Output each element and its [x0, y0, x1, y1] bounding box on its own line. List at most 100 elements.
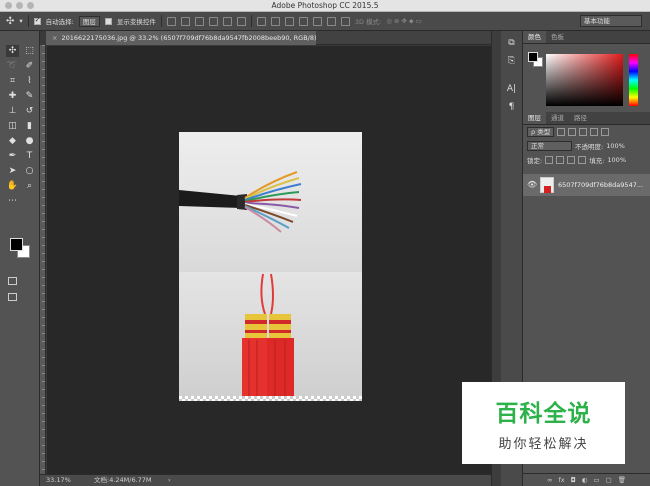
layers-panel-tabs: 图层 通道 路径: [523, 112, 650, 125]
transparency-edge: [179, 396, 362, 401]
opacity-value[interactable]: 100%: [606, 142, 625, 150]
properties-panel-icon[interactable]: ⎘: [506, 55, 518, 67]
foreground-color-swatch[interactable]: [10, 238, 23, 251]
distribute-center-icon[interactable]: [312, 16, 322, 26]
tab-paths[interactable]: 路径: [569, 112, 592, 124]
history-panel-icon[interactable]: ⧉: [506, 37, 518, 49]
align-bottom-icon[interactable]: [194, 16, 204, 26]
align-left-icon[interactable]: [208, 16, 218, 26]
zoom-tool-icon[interactable]: ⌕: [23, 180, 36, 192]
tab-swatches[interactable]: 色板: [546, 31, 569, 43]
shape-tool-icon[interactable]: ○: [23, 165, 36, 177]
layer-filter-dropdown[interactable]: ρ 类型: [527, 127, 555, 137]
tab-channels[interactable]: 通道: [546, 112, 569, 124]
dodge-tool-icon[interactable]: ●: [23, 135, 36, 147]
new-layer-icon[interactable]: ▢: [606, 476, 612, 484]
cable-drawing: [179, 171, 302, 233]
tab-layers[interactable]: 图层: [523, 112, 546, 124]
lasso-tool-icon[interactable]: ➰: [6, 60, 19, 72]
chevron-down-icon[interactable]: ▾: [19, 17, 22, 25]
link-layers-icon[interactable]: ∞: [547, 476, 552, 484]
fill-value[interactable]: 100%: [607, 156, 626, 164]
distribute-right-icon[interactable]: [326, 16, 336, 26]
move-tool-icon[interactable]: ✣: [6, 16, 14, 27]
workspace-dropdown[interactable]: 基本功能: [580, 15, 642, 27]
filter-shape-icon[interactable]: [590, 128, 599, 136]
hand-tool-icon[interactable]: ✋: [6, 180, 19, 192]
color-panel-tabs: 颜色 色板: [523, 31, 650, 44]
move-tool-icon[interactable]: ✣: [6, 45, 19, 57]
screen-mode-icon[interactable]: [8, 293, 17, 301]
quick-select-tool-icon[interactable]: ✐: [23, 60, 36, 72]
divider: [160, 15, 162, 27]
gradient-tool-icon[interactable]: ▮: [23, 120, 36, 132]
auto-align-icon[interactable]: [340, 16, 350, 26]
blend-mode-dropdown[interactable]: 正常: [527, 141, 572, 151]
type-tool-icon[interactable]: T: [23, 150, 36, 162]
delete-layer-icon[interactable]: 🗑: [618, 476, 626, 484]
auto-select-dropdown[interactable]: 图层: [78, 15, 100, 27]
healing-tool-icon[interactable]: ✚: [6, 90, 19, 102]
lock-transparency-icon[interactable]: [545, 156, 554, 164]
fill-label: 填充:: [589, 157, 605, 165]
new-group-icon[interactable]: ▭: [593, 476, 599, 484]
align-right-icon[interactable]: [236, 16, 246, 26]
layer-filter-row: ρ 类型: [523, 125, 650, 139]
vertical-ruler: [40, 45, 46, 486]
close-tab-icon[interactable]: ×: [52, 34, 57, 42]
tool-grid: ✣ ⬚ ➰ ✐ ⌗ ⌇ ✚ ✎ ⊥ ↺ ◫ ▮ ◆ ● ✒ T ➤ ○ ✋ ⌕ ⋯: [0, 31, 39, 207]
distribute-left-icon[interactable]: [298, 16, 308, 26]
tab-color[interactable]: 颜色: [523, 31, 546, 43]
character-panel-icon[interactable]: A|: [506, 83, 518, 95]
zoom-level[interactable]: 33.17%: [46, 475, 71, 486]
layer-mask-icon[interactable]: ◘: [571, 476, 576, 484]
hue-slider[interactable]: [629, 54, 638, 106]
opacity-label: 不透明度:: [575, 143, 604, 151]
filter-smart-object-icon[interactable]: [601, 128, 610, 136]
status-menu-arrow-icon[interactable]: ›: [168, 475, 171, 486]
layer-style-icon[interactable]: fx: [558, 476, 564, 484]
marquee-tool-icon[interactable]: ⬚: [23, 45, 36, 57]
options-bar: ✣ ▾ 自动选择: 图层 显示变换控件 3D 模式: ◎ ⊛ ✥ ⬥ ▭: [0, 12, 650, 31]
3d-mode-label: 3D 模式:: [354, 18, 382, 26]
document-image[interactable]: [179, 132, 362, 399]
color-foreground-swatch[interactable]: [528, 52, 538, 62]
lock-all-icon[interactable]: [578, 156, 587, 164]
distribute-top-icon[interactable]: [256, 16, 266, 26]
filter-adjustment-icon[interactable]: [568, 128, 577, 136]
align-center-icon[interactable]: [222, 16, 232, 26]
auto-select-checkbox[interactable]: [33, 16, 41, 25]
show-transform-checkbox[interactable]: [104, 17, 112, 25]
window-title: Adobe Photoshop CC 2015.5: [271, 1, 379, 10]
document-tab[interactable]: × 20166221750​36.jpg @ 33.2% (6507f709df7…: [46, 31, 316, 45]
pen-tool-icon[interactable]: ✒: [6, 150, 19, 162]
eyedropper-tool-icon[interactable]: ⌇: [23, 75, 36, 87]
brush-tool-icon[interactable]: ✎: [23, 90, 36, 102]
lock-position-icon[interactable]: [567, 156, 576, 164]
lock-row: 锁定: 填充: 100%: [523, 153, 650, 167]
lock-pixels-icon[interactable]: [556, 156, 565, 164]
layer-thumbnail: [540, 177, 554, 193]
path-select-tool-icon[interactable]: ➤: [6, 165, 19, 177]
canvas-area[interactable]: [47, 46, 491, 474]
filter-pixel-icon[interactable]: [557, 128, 566, 136]
crop-tool-icon[interactable]: ⌗: [6, 75, 19, 87]
stamp-tool-icon[interactable]: ⊥: [6, 105, 19, 117]
eye-icon[interactable]: 👁: [527, 180, 537, 189]
color-picker-field[interactable]: [546, 54, 623, 106]
blur-tool-icon[interactable]: ◆: [6, 135, 19, 147]
align-top-icon[interactable]: [166, 16, 176, 26]
history-brush-tool-icon[interactable]: ↺: [23, 105, 36, 117]
3d-orbit-icon[interactable]: ◎ ⊛ ✥ ⬥ ▭: [386, 17, 422, 26]
align-middle-icon[interactable]: [180, 16, 190, 26]
quick-mask-icon[interactable]: [8, 277, 17, 285]
distribute-bottom-icon[interactable]: [284, 16, 294, 26]
layer-name[interactable]: 6507f709df76b8da9547...: [558, 181, 643, 189]
layer-row[interactable]: 👁 6507f709df76b8da9547...: [523, 174, 650, 196]
paragraph-panel-icon[interactable]: ¶: [506, 101, 518, 113]
eraser-tool-icon[interactable]: ◫: [6, 120, 19, 132]
more-tools[interactable]: ⋯: [6, 195, 19, 207]
adjustment-layer-icon[interactable]: ◐: [582, 476, 588, 484]
distribute-middle-icon[interactable]: [270, 16, 280, 26]
filter-type-icon[interactable]: [579, 128, 588, 136]
